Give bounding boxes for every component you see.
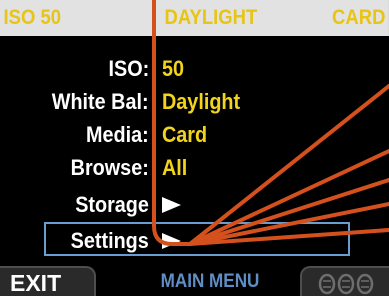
submenu-arrow-icon — [162, 233, 181, 249]
exit-label: EXIT — [10, 270, 62, 296]
status-iso: ISO 50 — [3, 6, 62, 29]
camera-menu-screen: ISO 50 DAYLIGHT CARD ISO: 50 White Bal: … — [0, 0, 389, 296]
exit-button[interactable]: EXIT — [0, 266, 96, 296]
menu-item-label: Storage — [75, 192, 149, 217]
menu-item-value: All — [162, 155, 188, 180]
status-white-balance: DAYLIGHT — [164, 6, 258, 29]
menu-item-label: ISO: — [108, 56, 149, 81]
menu-item-label: White Bal: — [52, 89, 149, 114]
dial-icon — [318, 273, 374, 295]
menu-item-value: Daylight — [162, 89, 241, 114]
menu-item-label: Media: — [86, 122, 149, 147]
menu-item-storage[interactable]: Storage — [0, 188, 389, 221]
menu-item-settings[interactable]: Settings — [0, 224, 389, 257]
status-bar: ISO 50 DAYLIGHT CARD — [0, 0, 389, 36]
dial-button[interactable] — [300, 266, 389, 296]
menu-item-label: Browse: — [70, 155, 149, 180]
menu-item-label: Settings — [70, 228, 149, 253]
status-media: CARD — [332, 6, 386, 29]
menu-item-media[interactable]: Media: Card — [0, 118, 389, 151]
menu-item-iso[interactable]: ISO: 50 — [0, 52, 389, 85]
menu-item-browse[interactable]: Browse: All — [0, 151, 389, 184]
menu-item-value: 50 — [162, 56, 185, 81]
submenu-arrow-icon — [162, 197, 181, 213]
menu-title: MAIN MENU — [160, 271, 260, 292]
menu-item-white-balance[interactable]: White Bal: Daylight — [0, 85, 389, 118]
menu-item-value: Card — [162, 122, 208, 147]
